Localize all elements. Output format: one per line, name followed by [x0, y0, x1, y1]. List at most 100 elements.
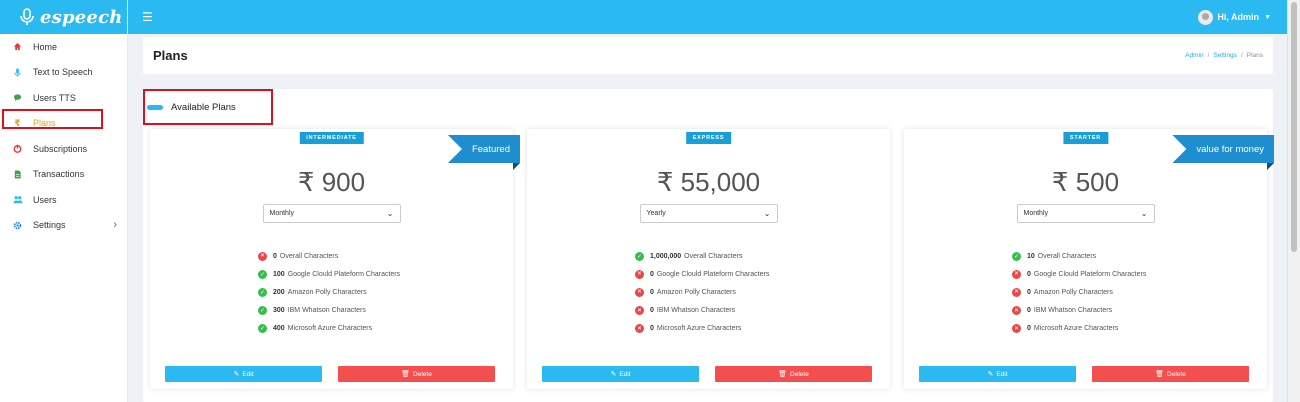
delete-plan-button[interactable]: 🗑 Delete [1092, 366, 1249, 382]
sidebar-item-label: Users [33, 194, 57, 205]
avatar [1198, 9, 1214, 25]
feature-item: × 0 Amazon Polly Characters [1012, 283, 1146, 301]
page-header: Plans Admin / Settings / Plans [143, 37, 1273, 74]
feature-item: × 0 Amazon Polly Characters [635, 283, 769, 301]
feature-item: × 0 Microsoft Azure Characters [635, 320, 769, 338]
hamburger-menu-icon[interactable]: ☰ [142, 10, 153, 24]
billing-period-value: Monthly [269, 210, 295, 217]
sidebar-item-subscriptions[interactable]: Subscriptions [0, 136, 127, 162]
sidebar-item-transactions[interactable]: Transactions [0, 162, 127, 188]
value-for-money-ribbon: value for money [1172, 135, 1274, 163]
feature-item: × 0 Google Clould Plateform Characters [1012, 265, 1146, 283]
cross-icon: × [635, 306, 644, 316]
chevron-right-icon: › [113, 219, 117, 232]
microphone-logo-icon [20, 8, 34, 25]
page-title: Plans [153, 48, 188, 63]
sidebar-item-plans[interactable]: ₹ Plans [0, 111, 127, 137]
check-icon: ✓ [1012, 251, 1021, 261]
plan-card-intermediate: INTERMEDIATE Featured ₹ 900 Monthly ⌄ × 0… [150, 129, 520, 389]
plan-price: ₹ 900 [297, 167, 366, 197]
sidebar-item-label: Settings [33, 220, 66, 231]
delete-plan-button[interactable]: 🗑 Delete [338, 366, 495, 382]
feature-list: ✓ 1,000,000 Overall Characters × 0 Google Cl… [635, 247, 769, 338]
trash-icon: 🗑 [778, 371, 788, 378]
feature-list: × 0 Overall Characters ✓ 100 Google Clould P… [258, 247, 400, 338]
sidebar-item-label: Text to Speech [33, 67, 93, 78]
sidebar-nav: Home Text to Speech Users TTS ₹ Plans Su… [0, 34, 127, 238]
chevron-down-icon: ⌄ [763, 209, 771, 218]
sidebar-item-label: Plans [33, 118, 56, 129]
scrollbar-thumb[interactable] [1291, 2, 1297, 252]
feature-item: × 0 Microsoft Azure Characters [1012, 320, 1146, 338]
sidebar-item-home[interactable]: Home [0, 34, 127, 60]
edit-plan-button[interactable]: ✎ Edit [165, 366, 322, 382]
feature-item: × 0 IBM Whatson Characters [1012, 302, 1146, 320]
feature-item: × 0 Google Clould Plateform Characters [635, 265, 769, 283]
breadcrumb-admin[interactable]: Admin [1185, 52, 1203, 59]
cross-icon: × [635, 287, 644, 297]
plan-tier-badge: INTERMEDIATE [299, 132, 364, 144]
edit-plan-button[interactable]: ✎ Edit [919, 366, 1076, 382]
billing-period-select[interactable]: Yearly ⌄ [639, 204, 778, 223]
billing-period-select[interactable]: Monthly ⌄ [262, 204, 401, 223]
breadcrumb-current: Plans [1246, 52, 1263, 59]
sidebar-item-label: Users TTS [33, 92, 76, 103]
pencil-icon: ✎ [233, 371, 240, 378]
check-icon: ✓ [258, 324, 267, 334]
check-icon: ✓ [635, 251, 644, 261]
cross-icon: × [635, 269, 644, 279]
power-icon [12, 143, 23, 154]
user-greeting: Hi, Admin [1217, 12, 1260, 22]
caret-down-icon: ▼ [1264, 13, 1271, 21]
brand-name: espeech [40, 6, 123, 28]
rupee-icon: ₹ [14, 117, 21, 128]
cross-icon: × [1012, 306, 1021, 316]
plan-tier-badge: EXPRESS [685, 132, 732, 144]
feature-item: ✓ 1,000,000 Overall Characters [635, 251, 743, 261]
section-title-pill [147, 104, 163, 110]
feature-item: ✓ 100 Google Clould Plateform Characters [258, 269, 401, 279]
brand-logo[interactable]: espeech [0, 0, 127, 34]
gear-icon [12, 220, 23, 231]
sidebar-item-text-to-speech[interactable]: Text to Speech [0, 60, 127, 86]
breadcrumb-settings[interactable]: Settings [1213, 52, 1237, 59]
plan-price: ₹ 55,000 [656, 167, 761, 197]
section-title-text: Available Plans [171, 101, 236, 113]
pencil-icon: ✎ [987, 371, 994, 378]
cross-icon: × [1012, 324, 1021, 334]
edit-plan-button[interactable]: ✎ Edit [542, 366, 699, 382]
microphone-icon [12, 67, 23, 78]
user-menu[interactable]: Hi, Admin ▼ [1198, 9, 1271, 25]
feature-item: ✓ 300 IBM Whatson Characters [258, 306, 366, 316]
cross-icon: × [635, 324, 644, 334]
delete-plan-button[interactable]: 🗑 Delete [715, 366, 872, 382]
billing-period-value: Monthly [1023, 210, 1049, 217]
sidebar-item-label: Home [33, 41, 58, 52]
plan-tier-badge: STARTER [1062, 132, 1109, 144]
feature-item: × 0 IBM Whatson Characters [635, 302, 769, 320]
sidebar-item-label: Transactions [33, 169, 85, 180]
breadcrumb: Admin / Settings / Plans [1185, 52, 1263, 59]
check-icon: ✓ [258, 287, 267, 297]
trash-icon: 🗑 [1155, 371, 1165, 378]
feature-item: × 0 Overall Characters [258, 247, 400, 265]
sidebar-item-label: Subscriptions [33, 143, 88, 154]
feature-list: ✓ 10 Overall Characters × 0 Google Clould Pl… [1012, 247, 1146, 338]
sidebar-item-settings[interactable]: Settings › [0, 213, 127, 239]
section-title: Available Plans [147, 95, 236, 119]
chevron-down-icon: ⌄ [1140, 209, 1148, 218]
trash-icon: 🗑 [401, 371, 411, 378]
feature-item: ✓ 10 Overall Characters [1012, 251, 1097, 261]
plan-card-starter: STARTER value for money ₹ 500 Monthly ⌄ … [904, 129, 1274, 389]
sidebar-item-users[interactable]: Users [0, 187, 127, 213]
home-icon [12, 41, 23, 52]
page-scrollbar[interactable] [1287, 0, 1300, 402]
featured-ribbon: Featured [447, 135, 520, 163]
sidebar-item-users-tts[interactable]: Users TTS [0, 85, 127, 111]
document-icon [12, 169, 23, 180]
billing-period-select[interactable]: Monthly ⌄ [1016, 204, 1155, 223]
cross-icon: × [258, 251, 267, 261]
check-icon: ✓ [258, 269, 267, 279]
pencil-icon: ✎ [610, 371, 617, 378]
feature-item: ✓ 400 Microsoft Azure Characters [258, 324, 373, 334]
